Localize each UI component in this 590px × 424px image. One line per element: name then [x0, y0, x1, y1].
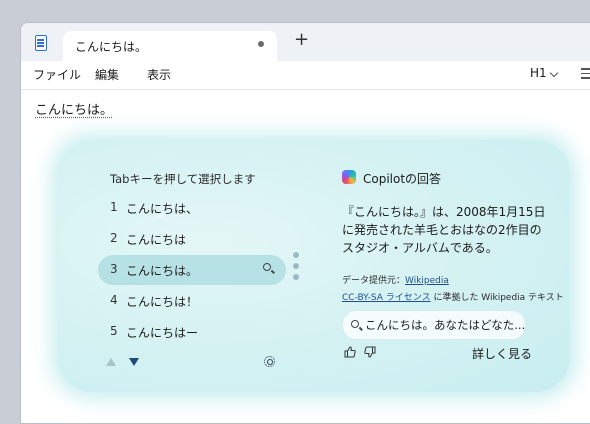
- search-icon: [351, 320, 359, 328]
- document-text[interactable]: こんにちは。: [35, 99, 113, 118]
- suggestion-text: こんにちはー: [126, 326, 199, 340]
- menu-file[interactable]: ファイル: [33, 66, 81, 83]
- copilot-icon: [342, 170, 356, 184]
- followup-text: こんにちは。あなたはどなた...: [365, 318, 526, 332]
- settings-gear-icon[interactable]: [264, 356, 275, 367]
- list-icon[interactable]: [581, 68, 590, 79]
- chevron-down-icon[interactable]: [549, 68, 559, 78]
- search-icon[interactable]: [263, 263, 271, 271]
- wikipedia-link[interactable]: Wikipedia: [405, 276, 449, 286]
- suggestion-number: 4: [110, 293, 118, 307]
- suggestion-item[interactable]: 1 こんにちは、: [98, 193, 286, 223]
- suggestion-text: こんにちは！: [126, 295, 199, 309]
- document-tab[interactable]: こんにちは。: [63, 31, 277, 62]
- drag-handle-icon[interactable]: [293, 252, 299, 285]
- thumbs-up-icon[interactable]: [344, 346, 356, 360]
- copilot-suggestion-panel: Tabキーを押して選択します 1 こんにちは、 2 こんにちは 3 こんにちは。…: [58, 140, 570, 392]
- heading-selector[interactable]: H1: [530, 66, 547, 80]
- menu-view[interactable]: 表示: [147, 66, 171, 83]
- source-line: データ提供元：Wikipedia: [342, 273, 449, 286]
- unsaved-dot-icon[interactable]: [258, 41, 264, 47]
- arrow-down-icon[interactable]: [129, 358, 139, 366]
- suggestion-hint: Tabキーを押して選択します: [110, 172, 256, 186]
- tab-title: こんにちは。: [75, 40, 148, 54]
- suggestion-number: 1: [110, 200, 118, 214]
- copilot-answer-title: Copilotの回答: [363, 172, 442, 186]
- notepad-window: こんにちは。 + ファイル 編集 表示 H1 こんにちは。 Tabキーを押して選…: [20, 22, 590, 424]
- copilot-answer-text: 『こんにちは。』は、2008年1月15日に発売された羊毛とおはなの2作目のスタジ…: [342, 205, 546, 255]
- title-bar: こんにちは。 +: [21, 23, 590, 62]
- suggestion-text: こんにちは、: [126, 202, 199, 216]
- followup-search-button[interactable]: こんにちは。あなたはどなた...: [342, 310, 526, 340]
- license-link[interactable]: CC-BY-SA ライセンス: [342, 293, 431, 303]
- suggestion-text: こんにちは。: [126, 264, 199, 278]
- learn-more-link[interactable]: 詳しく見る: [472, 345, 532, 362]
- suggestion-item[interactable]: 2 こんにちは: [98, 224, 286, 254]
- suggestion-item[interactable]: 5 こんにちはー: [98, 317, 286, 347]
- license-suffix: に準拠した Wikipedia テキスト: [430, 293, 564, 303]
- suggestion-item[interactable]: 4 こんにちは！: [98, 286, 286, 316]
- suggestion-text: こんにちは: [126, 233, 187, 247]
- arrow-up-icon[interactable]: [106, 358, 116, 366]
- source-label: データ提供元：: [342, 276, 406, 286]
- new-tab-icon[interactable]: +: [294, 31, 309, 49]
- suggestion-number: 2: [110, 231, 118, 245]
- menu-bar: ファイル 編集 表示 H1: [21, 61, 590, 90]
- suggestion-number: 5: [110, 324, 118, 338]
- notepad-icon: [35, 35, 47, 51]
- menu-edit[interactable]: 編集: [95, 66, 119, 83]
- license-line: CC-BY-SA ライセンス に準拠した Wikipedia テキスト: [342, 290, 564, 303]
- thumbs-down-icon[interactable]: [364, 346, 376, 360]
- suggestion-number: 3: [110, 262, 118, 276]
- suggestion-item-selected[interactable]: 3 こんにちは。: [98, 255, 286, 285]
